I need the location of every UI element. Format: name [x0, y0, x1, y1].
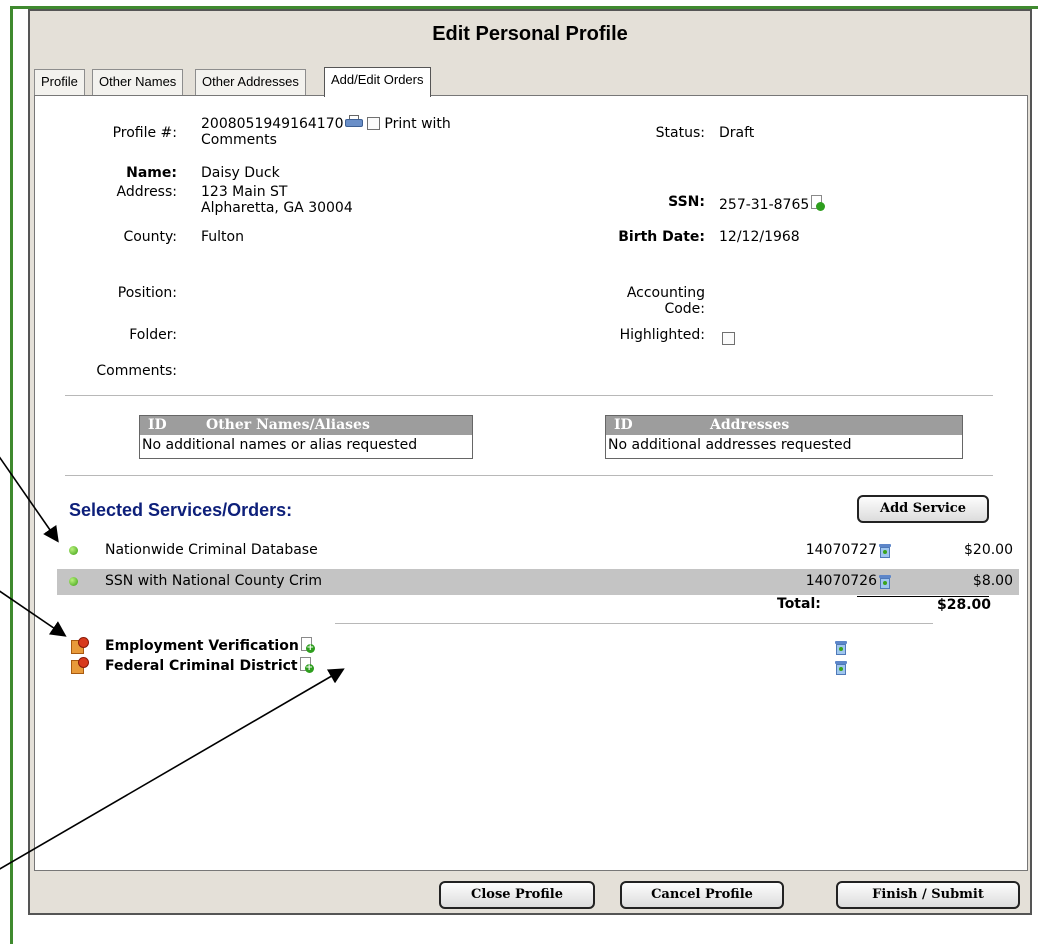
pending-order: Federal Criminal District +: [105, 657, 314, 674]
tab-add-edit-orders[interactable]: Add/Edit Orders: [324, 67, 431, 97]
birth-date-value: 12/12/1968: [719, 229, 800, 245]
ssn-verified-icon[interactable]: [811, 195, 826, 211]
orders-panel: Profile #: 2008051949164170 Print with C…: [34, 95, 1028, 871]
tab-other-addresses[interactable]: Other Addresses: [195, 69, 306, 95]
aliases-empty-text: No additional names or alias requested: [142, 437, 418, 453]
selected-services-heading: Selected Services/Orders:: [69, 500, 293, 520]
printer-icon[interactable]: [344, 115, 363, 129]
status-label: Status:: [655, 125, 705, 141]
accounting-code-label: Accounting Code:: [627, 285, 705, 317]
pending-order-name: Federal Criminal District: [105, 658, 298, 674]
divider-pending: [335, 623, 933, 624]
tab-other-names[interactable]: Other Names: [92, 69, 184, 95]
addresses-table-header: ID Addresses: [606, 416, 962, 435]
ssn-value: 257-31-8765: [719, 197, 810, 213]
aliases-table: ID Other Names/Aliases No additional nam…: [139, 415, 473, 459]
total-label: Total:: [777, 596, 821, 612]
position-label: Position:: [117, 285, 177, 301]
pending-order-name: Employment Verification: [105, 638, 299, 654]
address-value: 123 Main ST Alpharetta, GA 30004: [201, 184, 353, 216]
aliases-col-name: Other Names/Aliases: [206, 417, 370, 433]
status-value: Draft: [719, 125, 755, 141]
pending-order: Employment Verification +: [105, 637, 315, 654]
status-complete-icon: [69, 577, 78, 586]
cancel-profile-button[interactable]: Cancel Profile: [620, 881, 784, 909]
status-complete-icon: [69, 546, 78, 555]
print-with-comments-label-2: Comments: [201, 132, 277, 148]
folder-label: Folder:: [129, 327, 177, 343]
pending-order-icon: [71, 637, 89, 655]
order-price: $20.00: [964, 542, 1013, 558]
addresses-empty-text: No additional addresses requested: [608, 437, 852, 453]
county-value: Fulton: [201, 229, 244, 245]
address-label: Address:: [116, 184, 177, 200]
highlighted-checkbox[interactable]: [722, 332, 735, 345]
aliases-col-id: ID: [148, 417, 167, 433]
county-label: County:: [123, 229, 177, 245]
order-name: Nationwide Criminal Database: [105, 542, 318, 558]
edit-profile-dialog: Edit Personal Profile Profile Other Name…: [28, 9, 1032, 915]
divider-top: [65, 395, 993, 396]
addresses-table: ID Addresses No additional addresses req…: [605, 415, 963, 459]
order-id: 14070727: [805, 542, 877, 558]
aliases-table-header: ID Other Names/Aliases: [140, 416, 472, 435]
add-document-icon[interactable]: +: [299, 657, 314, 673]
order-name: SSN with National County Crim: [105, 573, 323, 589]
print-with-comments-label: Print with: [384, 116, 451, 132]
add-service-button[interactable]: Add Service: [857, 495, 989, 523]
birth-date-label: Birth Date:: [618, 229, 705, 245]
divider-middle: [65, 475, 993, 476]
delete-order-icon[interactable]: [879, 544, 891, 558]
address-line-2: Alpharetta, GA 30004: [201, 200, 353, 216]
profile-number: 2008051949164170: [201, 116, 344, 132]
tab-profile[interactable]: Profile: [34, 69, 85, 95]
accounting-code-label-2: Code:: [664, 301, 705, 317]
print-with-comments-checkbox[interactable]: [366, 117, 380, 130]
addresses-col-id: ID: [614, 417, 633, 433]
delete-order-icon[interactable]: [835, 641, 847, 655]
order-row[interactable]: Nationwide Criminal Database 14070727 $2…: [57, 538, 1019, 564]
address-line-1: 123 Main ST: [201, 184, 288, 200]
ssn-group: 257-31-8765: [719, 195, 826, 213]
accounting-code-label-1: Accounting: [626, 285, 705, 301]
add-document-icon[interactable]: +: [300, 637, 315, 653]
addresses-col-name: Addresses: [710, 417, 790, 433]
profile-number-group: 2008051949164170 Print with Comments: [201, 115, 451, 148]
finish-submit-button[interactable]: Finish / Submit: [836, 881, 1020, 909]
profile-number-label: Profile #:: [112, 125, 177, 141]
ssn-label: SSN:: [668, 194, 705, 210]
comments-label: Comments:: [96, 363, 177, 379]
delete-order-icon[interactable]: [835, 661, 847, 675]
pending-order-icon: [71, 657, 89, 675]
highlighted-label: Highlighted:: [619, 327, 705, 343]
delete-order-icon[interactable]: [879, 575, 891, 589]
close-profile-button[interactable]: Close Profile: [439, 881, 595, 909]
name-label: Name:: [126, 165, 177, 181]
total-value: $28.00: [936, 597, 991, 613]
name-value: Daisy Duck: [201, 165, 280, 181]
order-id: 14070726: [805, 573, 877, 589]
dialog-title: Edit Personal Profile: [432, 23, 628, 45]
order-row[interactable]: SSN with National County Crim 14070726 $…: [57, 569, 1019, 595]
highlighted-checkbox-wrap: [722, 331, 735, 347]
order-price: $8.00: [972, 573, 1013, 589]
